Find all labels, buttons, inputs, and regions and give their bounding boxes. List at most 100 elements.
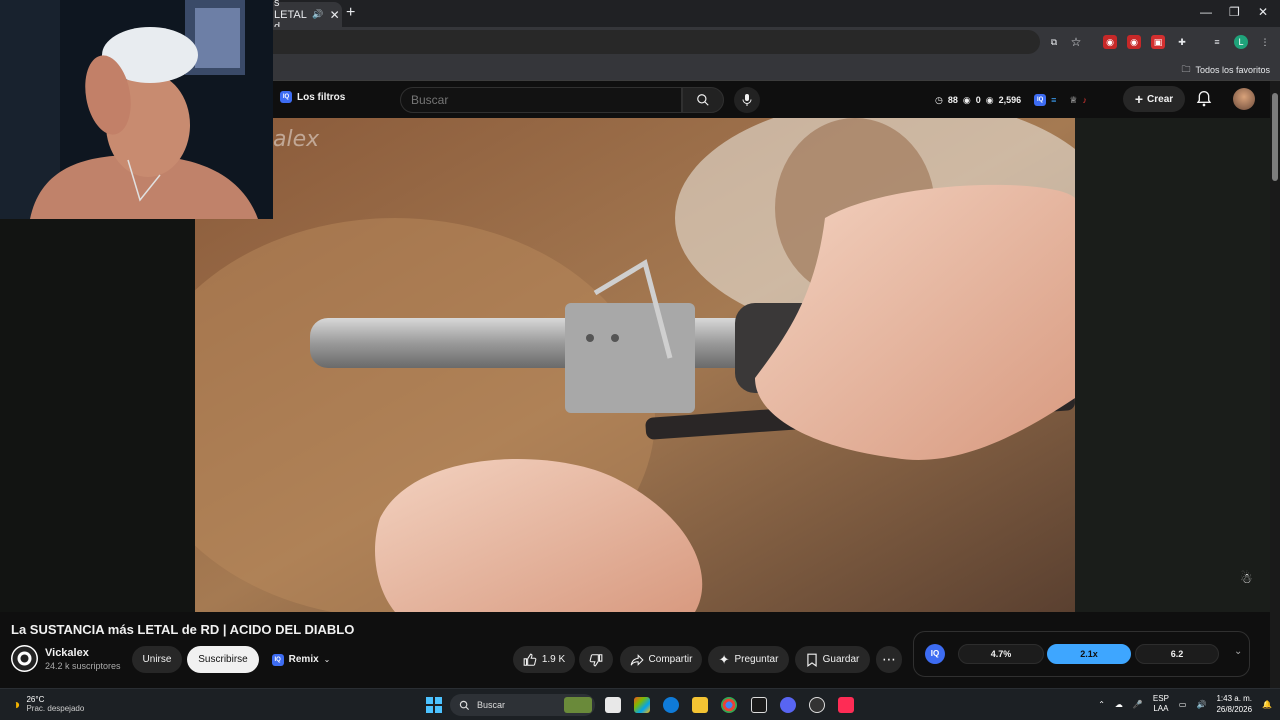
iq-icon: IQ — [280, 91, 292, 103]
create-label: Crear — [1147, 93, 1174, 105]
side-panel — [1075, 118, 1270, 612]
chrome-icon[interactable] — [721, 697, 737, 713]
eye-icon: ◉ — [962, 94, 971, 105]
address-field[interactable] — [260, 30, 1040, 54]
share-label: Compartir — [648, 654, 693, 665]
mic-tray-icon[interactable]: 🎤 — [1133, 700, 1143, 709]
like-button[interactable]: 1.9 K — [513, 646, 575, 673]
volume-icon[interactable]: 🔊 — [1196, 700, 1206, 709]
bookmark-star-icon[interactable]: ☆ — [1069, 35, 1083, 49]
filters-label: Los filtros — [297, 91, 346, 103]
create-button[interactable]: + Crear — [1123, 86, 1185, 112]
extensions-puzzle-icon[interactable]: ✚ — [1175, 35, 1189, 49]
maximize-button[interactable]: ❐ — [1229, 5, 1240, 19]
speed-panel: IQ 4.7% 2.1x 6.2 ⌄ — [913, 631, 1250, 677]
weather-description: Prac. despejado — [26, 704, 85, 713]
iq-stats-icon[interactable]: IQ — [1034, 94, 1047, 106]
taskbar-search-label: Buscar — [477, 700, 506, 710]
list-icon[interactable]: ≡ — [1051, 95, 1056, 105]
ask-label: Preguntar — [734, 654, 779, 665]
ask-button[interactable]: ✦ Preguntar — [708, 646, 789, 673]
windows-start-icon[interactable] — [426, 697, 442, 713]
voice-search-button[interactable] — [734, 87, 760, 113]
taskbar-search[interactable]: Buscar — [450, 694, 595, 716]
cast-icon[interactable]: ⧉ — [1047, 35, 1061, 49]
search-highlight-image — [564, 697, 592, 713]
network-icon[interactable]: ▭ — [1179, 700, 1187, 709]
dislike-button[interactable] — [579, 646, 613, 673]
save-button[interactable]: Guardar — [795, 646, 870, 673]
search-button[interactable] — [682, 87, 724, 113]
minimize-button[interactable]: — — [1200, 5, 1212, 19]
video-player[interactable] — [195, 118, 1075, 612]
video-title: La SUSTANCIA más LETAL de RD | ACIDO DEL… — [11, 622, 355, 637]
notifications-bell-icon[interactable] — [1196, 90, 1212, 108]
page-scrollbar[interactable] — [1270, 81, 1280, 691]
system-tray: ⌃ ☁ 🎤 ESP LAA ▭ 🔊 1:43 a. m. 26/8/2026 🔔 — [1098, 693, 1272, 715]
stat-views-value: 2,596 — [998, 95, 1022, 105]
media-control-icon[interactable]: ≡ — [1210, 35, 1224, 49]
discord-icon[interactable] — [780, 697, 796, 713]
close-window-button[interactable]: ✕ — [1258, 5, 1268, 19]
profile-icon[interactable]: L — [1234, 35, 1248, 49]
extension-icon-2[interactable]: ◉ — [1127, 35, 1141, 49]
clock-icon: ◷ — [935, 94, 943, 105]
speed-right-value[interactable]: 6.2 — [1135, 644, 1219, 664]
browser-menu-icon[interactable]: ⋮ — [1258, 35, 1272, 49]
share-button[interactable]: Compartir — [620, 646, 702, 673]
extension-icon-3[interactable]: ▣ — [1151, 35, 1165, 49]
search-input[interactable] — [400, 87, 682, 113]
tab-close-button[interactable]: ✕ — [330, 8, 340, 22]
more-actions-button[interactable]: ⋯ — [876, 646, 902, 673]
file-explorer-icon[interactable] — [692, 697, 708, 713]
folder-icon: 🗀 — [1181, 64, 1191, 74]
edge-icon[interactable] — [663, 697, 679, 713]
thumbs-down-icon — [589, 653, 603, 666]
language-indicator[interactable]: ESP LAA — [1153, 694, 1169, 714]
copilot-icon[interactable] — [634, 697, 650, 713]
date: 26/8/2026 — [1216, 705, 1253, 714]
trophy-icon[interactable]: ♕ — [1069, 95, 1077, 106]
channel-avatar[interactable] — [11, 645, 38, 672]
stats-bar: ◷ 88 ◉ 0 ◉ 2,596 IQ ≡ ♕ ♪ — [935, 94, 1087, 106]
chevron-down-icon: ⌄ — [323, 655, 331, 664]
weather-widget[interactable]: ◑ 26°C Prac. despejado — [12, 695, 84, 713]
remix-button[interactable]: IQ Remix ⌄ — [265, 646, 337, 673]
speed-middle-value[interactable]: 2.1x — [1047, 644, 1131, 664]
clock[interactable]: 1:43 a. m. 26/8/2026 — [1216, 693, 1252, 715]
video-watermark: alex — [273, 127, 320, 152]
user-avatar[interactable] — [1233, 88, 1255, 110]
extension-icon-1[interactable]: ◉ — [1103, 35, 1117, 49]
iq-panel-icon[interactable]: IQ — [925, 644, 945, 664]
iq-remix-icon: IQ — [271, 653, 284, 666]
stat-clock-value: 88 — [947, 95, 958, 105]
notifications-icon[interactable]: 🔔 — [1262, 700, 1272, 709]
task-view-icon[interactable] — [605, 697, 621, 713]
new-tab-button[interactable]: + — [346, 4, 355, 22]
weather-sun-icon: ◑ — [12, 696, 21, 712]
plus-icon: + — [1134, 91, 1144, 107]
temperature: 26°C — [26, 695, 45, 704]
subscribe-label: Suscribirse — [198, 654, 248, 665]
language-top: ESP — [1152, 694, 1169, 703]
speed-left-value[interactable]: 4.7% — [958, 644, 1044, 664]
like-count: 1.9 K — [541, 654, 566, 665]
cloud-icon[interactable]: ☁ — [1115, 700, 1123, 709]
tray-chevron-icon[interactable]: ⌃ — [1098, 700, 1105, 709]
join-button[interactable]: Unirse — [132, 646, 182, 673]
tiktok-icon[interactable] — [838, 697, 854, 713]
all-bookmarks-button[interactable]: 🗀 Todos los favoritos — [1181, 62, 1270, 78]
filters-button[interactable]: IQ Los filtros — [280, 91, 345, 103]
alert-bell-icon[interactable]: ♪ — [1082, 95, 1087, 105]
remix-label: Remix — [288, 654, 319, 665]
obs-icon[interactable] — [809, 697, 825, 713]
panel-chevron-icon[interactable]: ⌄ — [1234, 646, 1242, 657]
channel-name[interactable]: Vickalex — [45, 647, 89, 659]
scrollbar-thumb[interactable] — [1272, 93, 1278, 181]
corner-figure-icon: ☃ — [1240, 570, 1253, 586]
capcut-icon[interactable] — [751, 697, 767, 713]
subscriber-count: 24.2 k suscriptores — [45, 661, 121, 671]
share-icon — [630, 653, 644, 666]
subscribe-button[interactable]: Suscribirse — [187, 646, 259, 673]
more-dots-icon: ⋯ — [882, 651, 896, 667]
